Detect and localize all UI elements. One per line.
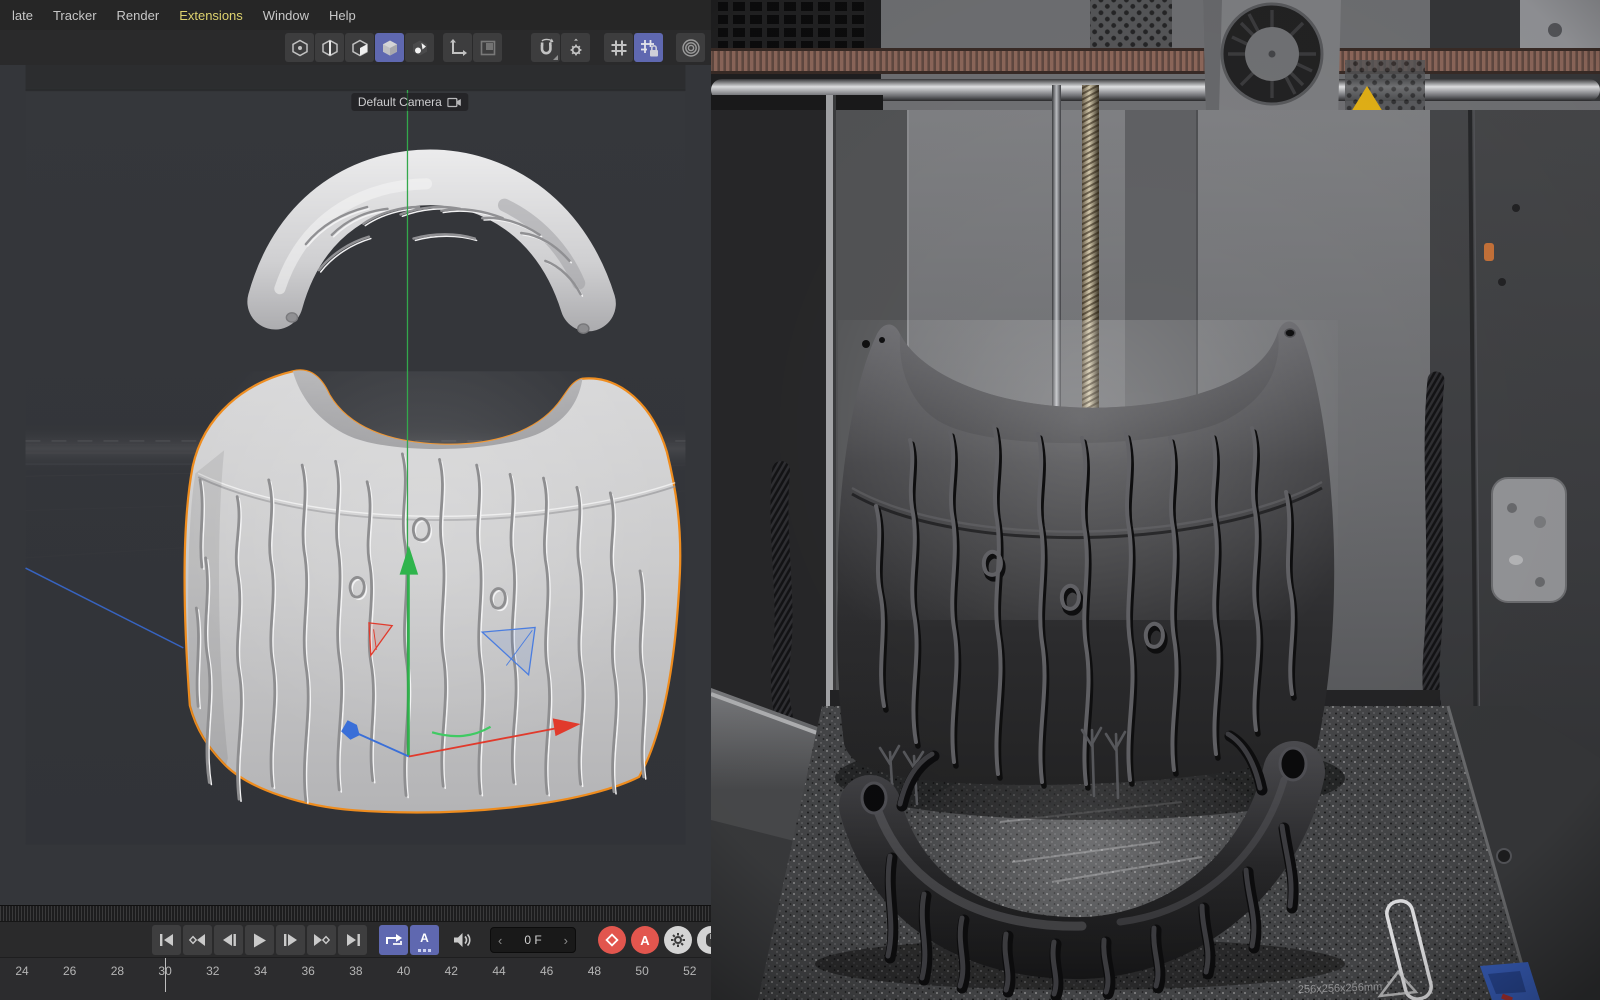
menu-item[interactable]: Window [253, 8, 319, 23]
printer-photo-scene: 256x256x256mm [711, 0, 1600, 1000]
frame-counter[interactable]: ‹ 0 F › [490, 927, 576, 953]
bag-model[interactable] [185, 370, 682, 816]
ruler-tick-label: 36 [302, 964, 315, 978]
menu-item[interactable]: late [2, 8, 43, 23]
menu-item[interactable]: Help [319, 8, 366, 23]
snap-button-group [531, 33, 590, 62]
ruler-tick-label: 40 [397, 964, 410, 978]
timeline-scrollbar[interactable] [0, 905, 711, 922]
camera-icon [447, 97, 461, 108]
snap-settings-icon[interactable] [561, 33, 590, 62]
viewport-3d[interactable]: Default Camera [0, 65, 711, 905]
snap-icon[interactable] [531, 33, 560, 62]
texture-axis-mode-icon[interactable] [405, 33, 434, 62]
quantize-icon[interactable] [604, 33, 633, 62]
menu-item[interactable]: Extensions [169, 8, 253, 23]
ruler-tick-label: 34 [254, 964, 267, 978]
ruler-tick-label: 26 [63, 964, 76, 978]
next-key-button[interactable] [307, 925, 336, 955]
autokey-toggle-button[interactable]: A [410, 925, 439, 955]
keyframe-selection-button[interactable] [697, 926, 711, 954]
ruler-tick-label: 24 [15, 964, 28, 978]
view-button-group [676, 33, 705, 62]
viewport-scene [0, 65, 711, 905]
ruler-tick-label: 48 [588, 964, 601, 978]
previous-key-button[interactable] [183, 925, 212, 955]
axis-icon[interactable] [443, 33, 472, 62]
camera-label-pill[interactable]: Default Camera [351, 93, 468, 111]
screenshot-root: lateTrackerRenderExtensionsWindowHelp [0, 0, 1600, 1000]
ruler-tick-label: 46 [540, 964, 553, 978]
points-mode-icon[interactable] [285, 33, 314, 62]
ruler-tick-label: 28 [111, 964, 124, 978]
frame-increment[interactable]: › [564, 934, 568, 947]
previous-frame-button[interactable] [214, 925, 243, 955]
ruler-tick-label: 50 [635, 964, 648, 978]
next-frame-button[interactable] [276, 925, 305, 955]
record-keyframe-button[interactable] [598, 926, 626, 954]
transport-bar: A ‹ 0 F › A [0, 921, 711, 958]
axis-button-group [443, 33, 502, 62]
concentric-view-icon[interactable] [676, 33, 705, 62]
ruler-tick-label: 32 [206, 964, 219, 978]
polygons-mode-icon[interactable] [345, 33, 374, 62]
ruler-ticks: 24 26 28 30 32 34 36 38 40 42 44 46 48 50 52 [0, 958, 711, 1000]
photo-vignette [711, 0, 1600, 1000]
keying-settings-button[interactable] [664, 926, 692, 954]
camera-label: Default Camera [358, 95, 442, 109]
quantize-lock-icon[interactable] [634, 33, 663, 62]
ruler-tick-label: 30 [158, 964, 171, 978]
go-to-end-button[interactable] [338, 925, 367, 955]
keying-button-group: A [598, 926, 711, 954]
menu-bar: lateTrackerRenderExtensionsWindowHelp [0, 0, 711, 30]
go-to-start-button[interactable] [152, 925, 181, 955]
workplane-icon[interactable] [473, 33, 502, 62]
ruler-tick-label: 52 [683, 964, 696, 978]
menu-item[interactable]: Render [107, 8, 170, 23]
quantize-button-group [604, 33, 663, 62]
sound-toggle-button[interactable] [447, 925, 476, 955]
automatic-keyframing-button[interactable]: A [631, 926, 659, 954]
menu-item[interactable]: Tracker [43, 8, 107, 23]
frame-value: 0 F [524, 933, 541, 947]
frame-decrement[interactable]: ‹ [498, 934, 502, 947]
edges-mode-icon[interactable] [315, 33, 344, 62]
model-mode-icon[interactable] [375, 33, 404, 62]
ruler-tick-label: 44 [492, 964, 505, 978]
play-forward-button[interactable] [245, 925, 274, 955]
loop-playback-button[interactable] [379, 925, 408, 955]
c4d-editor-panel: lateTrackerRenderExtensionsWindowHelp [0, 0, 711, 1000]
toolbar [0, 30, 711, 66]
printer-photo: 256x256x256mm [711, 0, 1600, 1000]
ruler-tick-label: 42 [445, 964, 458, 978]
frame-ruler[interactable]: 24 26 28 30 32 34 36 38 40 42 44 46 48 50 52 [0, 957, 711, 1000]
mode-button-group [285, 33, 434, 62]
ruler-tick-label: 38 [349, 964, 362, 978]
